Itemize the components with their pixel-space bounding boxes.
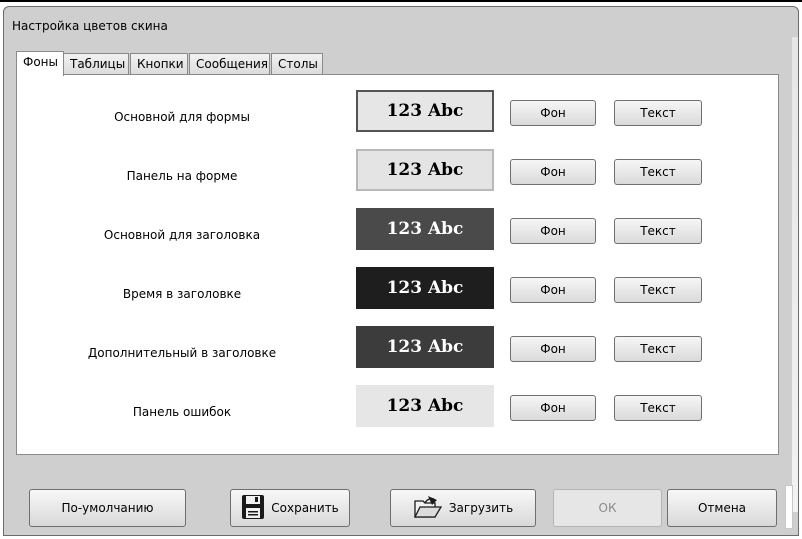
row-label: Дополнительный в заголовке [87, 346, 277, 360]
top-rule [0, 0, 802, 2]
color-sample: 123 Abc [356, 208, 494, 250]
text-color-button[interactable]: Текст [614, 100, 702, 126]
window-title: Настройка цветов скина [12, 19, 168, 33]
color-sample: 123 Abc [356, 267, 494, 309]
tab-soobshcheniya[interactable]: Сообщения [189, 53, 270, 74]
save-button[interactable]: Сохранить [230, 489, 350, 527]
color-sample: 123 Abc [356, 385, 494, 427]
background-color-button[interactable]: Фон [510, 159, 596, 185]
cancel-button[interactable]: Отмена [667, 489, 777, 527]
reset-defaults-label: По-умолчанию [61, 501, 154, 515]
load-label: Загрузить [448, 501, 514, 515]
resize-grip[interactable] [785, 485, 793, 529]
background-color-button[interactable]: Фон [510, 218, 596, 244]
cancel-label: Отмена [697, 501, 747, 515]
window-right-edge [792, 37, 798, 512]
tab-tablicy[interactable]: Таблицы [63, 53, 129, 74]
text-color-button[interactable]: Текст [614, 218, 702, 244]
row-label: Основной для формы [114, 110, 250, 124]
save-label: Сохранить [271, 501, 339, 515]
load-button[interactable]: Загрузить [390, 489, 536, 527]
row-label: Время в заголовке [122, 287, 242, 301]
background-color-button[interactable]: Фон [510, 100, 596, 126]
row-label: Основной для заголовка [103, 228, 261, 242]
ok-label: ОК [598, 501, 617, 515]
open-folder-icon [413, 494, 443, 523]
background-color-button[interactable]: Фон [510, 395, 596, 421]
color-sample: 123 Abc [356, 149, 494, 191]
tab-panel-fony: Основной для формы 123 Abc Фон Текст Пан… [16, 74, 779, 455]
tab-knopki[interactable]: Кнопки [130, 53, 188, 74]
color-sample: 123 Abc [356, 326, 494, 368]
skin-colors-dialog: Настройка цветов скина Фоны Таблицы Кноп… [3, 6, 799, 536]
tab-fony[interactable]: Фоны [16, 51, 64, 76]
text-color-button[interactable]: Текст [614, 395, 702, 421]
ok-button[interactable]: ОК [553, 489, 662, 527]
color-sample: 123 Abc [356, 90, 494, 132]
text-color-button[interactable]: Текст [614, 277, 702, 303]
tab-stoly[interactable]: Столы [271, 53, 323, 74]
reset-defaults-button[interactable]: По-умолчанию [29, 489, 186, 527]
row-label: Панель на форме [126, 169, 238, 183]
background-color-button[interactable]: Фон [510, 336, 596, 362]
background-color-button[interactable]: Фон [510, 277, 596, 303]
row-label: Панель ошибок [132, 405, 232, 419]
text-color-button[interactable]: Текст [614, 336, 702, 362]
floppy-disk-icon [241, 494, 265, 523]
text-color-button[interactable]: Текст [614, 159, 702, 185]
